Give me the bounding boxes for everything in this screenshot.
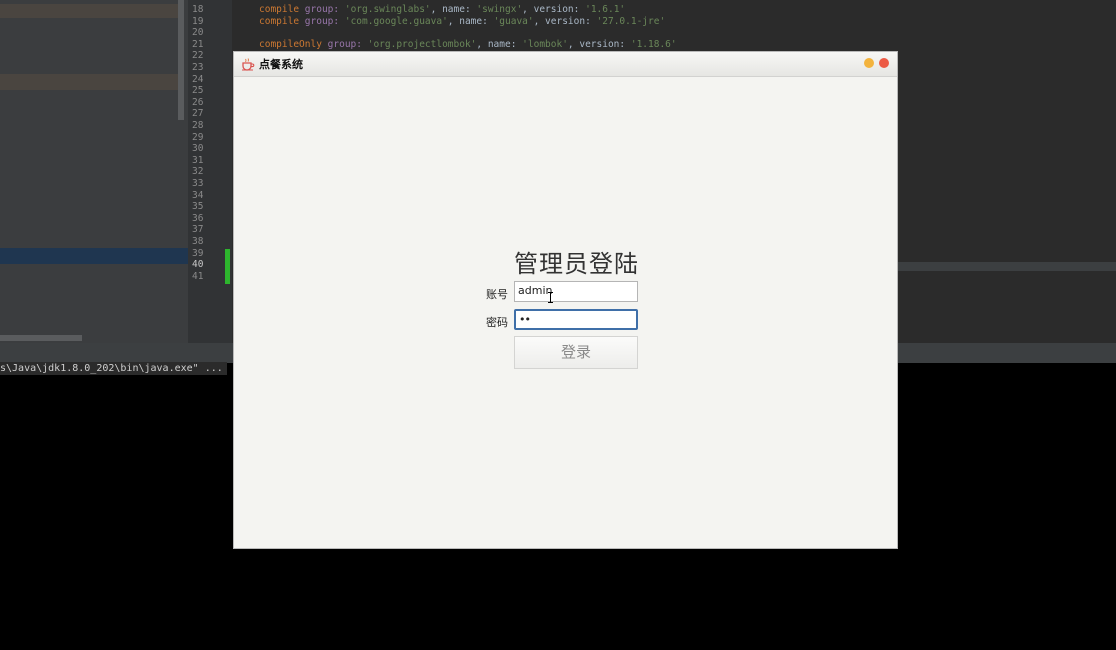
code-line-18: compile group: 'org.swinglabs', name: 's…: [259, 4, 625, 16]
line-number: 21: [192, 38, 204, 50]
line-number: 22: [192, 50, 204, 62]
tree-highlight: [0, 4, 180, 18]
minimize-button[interactable]: [864, 58, 874, 68]
code-string: 'org.swinglabs': [344, 4, 431, 15]
line-number: 39: [192, 247, 204, 259]
code-keyword: compile: [259, 4, 300, 15]
code-text: , name:: [476, 38, 523, 50]
line-number: 41: [192, 270, 204, 282]
java-cup-icon: [242, 58, 255, 71]
code-string: '1.6.1': [585, 4, 626, 15]
title-bar[interactable]: 点餐系统: [234, 52, 897, 77]
login-button[interactable]: 登录: [514, 336, 638, 369]
line-number: 26: [192, 96, 204, 108]
line-number: 24: [192, 73, 204, 85]
code-param: group:: [304, 4, 340, 15]
password-field[interactable]: ••: [514, 309, 638, 330]
code-string: 'lombok': [522, 38, 568, 50]
line-number: 28: [192, 120, 204, 131]
line-number: 38: [192, 236, 204, 247]
line-number: 37: [192, 224, 204, 236]
line-number: 30: [192, 143, 204, 155]
code-keyword: compileOnly: [259, 38, 322, 50]
horizontal-scrollbar[interactable]: [0, 335, 82, 341]
code-string: 'com.google.guava': [344, 15, 448, 27]
line-number: 33: [192, 178, 204, 189]
code-param: group:: [304, 15, 340, 27]
login-window: 点餐系统 管理员登陆 账号 admin 密码 •• 登录: [233, 51, 898, 549]
window-title: 点餐系统: [259, 58, 303, 71]
close-button[interactable]: [879, 58, 889, 68]
line-number: 35: [192, 201, 204, 213]
line-number: 34: [192, 189, 204, 201]
vertical-scrollbar[interactable]: [178, 0, 184, 120]
code-text: , version:: [533, 15, 597, 27]
line-number: 20: [192, 27, 204, 39]
line-number: 18: [192, 4, 204, 15]
tree-selection[interactable]: [0, 248, 188, 264]
tree-highlight: [0, 74, 180, 90]
code-string: 'org.projectlombok': [367, 38, 477, 50]
code-text: , name:: [447, 15, 494, 27]
code-param: group:: [327, 38, 362, 50]
line-number-gutter: 18 19 20 21 22 23 24 25 26 27 28 29 30 31 32 33 34 35 36 37…: [188, 0, 232, 343]
line-number: 31: [192, 154, 204, 166]
code-text: , version:: [567, 38, 631, 50]
line-number: 25: [192, 85, 204, 97]
line-number: 27: [192, 108, 204, 120]
code-string: '1.18.6': [630, 38, 677, 50]
vcs-change-marker: [225, 249, 230, 284]
password-label: 密码: [486, 316, 508, 329]
username-field[interactable]: admin: [514, 281, 638, 302]
code-string: 'swingx': [476, 4, 523, 15]
code-string: '27.0.1-jre': [596, 15, 666, 27]
line-number: 32: [192, 166, 204, 178]
code-text: , version:: [522, 4, 586, 15]
code-text: , name:: [430, 4, 477, 15]
line-number: 19: [192, 15, 204, 27]
line-number: 36: [192, 212, 204, 224]
line-number: 40: [192, 259, 204, 271]
code-line-19: compile group: 'com.google.guava', name:…: [259, 16, 665, 28]
line-number: 29: [192, 131, 204, 143]
code-keyword: compile: [259, 15, 300, 27]
login-heading: 管理员登陆: [514, 250, 639, 278]
code-line-21: compileOnly group: 'org.projectlombok', …: [259, 39, 677, 51]
console-command-line: s\Java\jdk1.8.0_202\bin\java.exe" ...: [0, 362, 227, 375]
code-string: 'guava': [493, 15, 534, 27]
line-number: 23: [192, 62, 204, 73]
text-cursor-icon: [548, 292, 553, 303]
username-label: 账号: [486, 288, 508, 301]
project-panel: [0, 0, 188, 343]
editor-highlight-band: [890, 262, 1116, 271]
